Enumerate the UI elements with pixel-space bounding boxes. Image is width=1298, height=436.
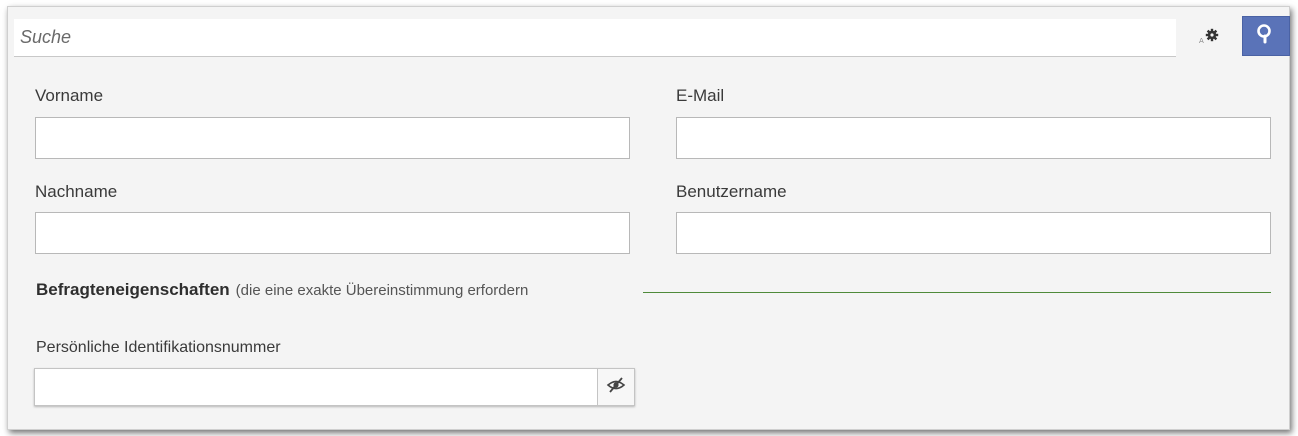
pin-field-group — [34, 368, 635, 406]
pin-input[interactable] — [34, 368, 597, 406]
section-header: Befragteneigenschaften (die eine exakte … — [36, 280, 528, 300]
search-button[interactable] — [1242, 16, 1290, 56]
benutzername-input[interactable] — [676, 212, 1271, 254]
nachname-label: Nachname — [35, 182, 118, 201]
benutzername-label: Benutzername — [676, 182, 787, 201]
search-panel: A — [7, 6, 1290, 430]
vorname-input[interactable] — [35, 117, 630, 159]
section-subtitle: (die eine exakte Übereinstimmung erforde… — [235, 282, 529, 299]
eye-slash-icon — [606, 376, 626, 398]
nachname-input[interactable] — [35, 212, 630, 254]
svg-text:A: A — [1199, 37, 1204, 44]
section-title: Befragteneigenschaften — [36, 280, 230, 299]
search-icon — [1256, 23, 1276, 50]
search-bar: A — [8, 7, 1290, 60]
gear-options-icon: A — [1199, 28, 1221, 49]
vorname-label: Vorname — [35, 86, 104, 105]
email-label: E-Mail — [676, 86, 725, 105]
email-input[interactable] — [676, 117, 1271, 159]
pin-visibility-toggle[interactable] — [597, 368, 635, 406]
section-divider — [643, 292, 1271, 293]
search-options-button[interactable]: A — [1184, 19, 1236, 57]
pin-label: Persönliche Identifikationsnummer — [36, 339, 281, 356]
search-input[interactable] — [14, 19, 1176, 57]
